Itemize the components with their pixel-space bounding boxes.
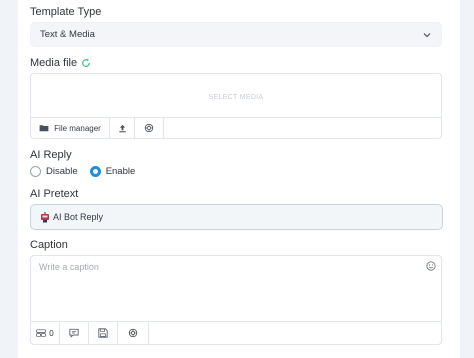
ai-media-button[interactable] bbox=[135, 118, 164, 138]
message-button[interactable] bbox=[60, 322, 89, 344]
caption-label: Caption bbox=[30, 239, 68, 251]
select-media-placeholder[interactable]: SELECT MEDIA bbox=[31, 94, 441, 101]
file-manager-label: File manager bbox=[54, 123, 101, 133]
media-file-box[interactable]: SELECT MEDIA File manager bbox=[30, 73, 442, 139]
chevron-down-icon bbox=[423, 33, 431, 38]
upload-button[interactable] bbox=[110, 118, 135, 138]
folder-icon bbox=[39, 125, 49, 132]
template-type-select[interactable]: Text & Media bbox=[30, 22, 442, 47]
radio-disable[interactable] bbox=[30, 165, 41, 177]
ai-pretext-input[interactable]: AI Bot Reply bbox=[30, 204, 443, 230]
radio-enable-label[interactable]: Enable bbox=[106, 166, 136, 177]
media-toolbar: File manager bbox=[31, 117, 441, 138]
radio-enable[interactable] bbox=[89, 165, 101, 177]
radio-disable-label[interactable]: Disable bbox=[46, 166, 78, 177]
robot-icon bbox=[41, 212, 49, 223]
buttons-count-button[interactable]: 0 bbox=[31, 322, 60, 344]
ai-caption-button[interactable] bbox=[118, 322, 149, 344]
save-template-button[interactable] bbox=[89, 322, 118, 344]
ai-reply-radio-group: Disable Enable bbox=[30, 164, 135, 178]
refresh-icon[interactable] bbox=[81, 58, 91, 68]
media-file-label-row: Media file bbox=[30, 57, 91, 69]
buttons-count: 0 bbox=[49, 328, 54, 338]
message-icon bbox=[69, 328, 79, 338]
template-type-value: Text & Media bbox=[40, 29, 95, 40]
buttons-icon bbox=[36, 329, 47, 337]
caption-textarea[interactable]: Write a caption bbox=[39, 262, 99, 272]
ai-reply-label: AI Reply bbox=[30, 149, 72, 161]
caption-toolbar: 0 bbox=[31, 321, 441, 344]
ai-pretext-label: AI Pretext bbox=[30, 188, 79, 200]
save-icon bbox=[98, 328, 108, 338]
caption-box: Write a caption 0 bbox=[30, 255, 442, 345]
openai-icon bbox=[128, 328, 138, 338]
upload-icon bbox=[118, 124, 126, 132]
emoji-icon[interactable] bbox=[426, 261, 436, 271]
openai-icon bbox=[144, 123, 154, 133]
file-manager-button[interactable]: File manager bbox=[31, 118, 110, 138]
media-file-label: Media file bbox=[30, 57, 78, 69]
template-type-label: Template Type bbox=[30, 6, 102, 18]
ai-pretext-value: AI Bot Reply bbox=[53, 212, 104, 222]
